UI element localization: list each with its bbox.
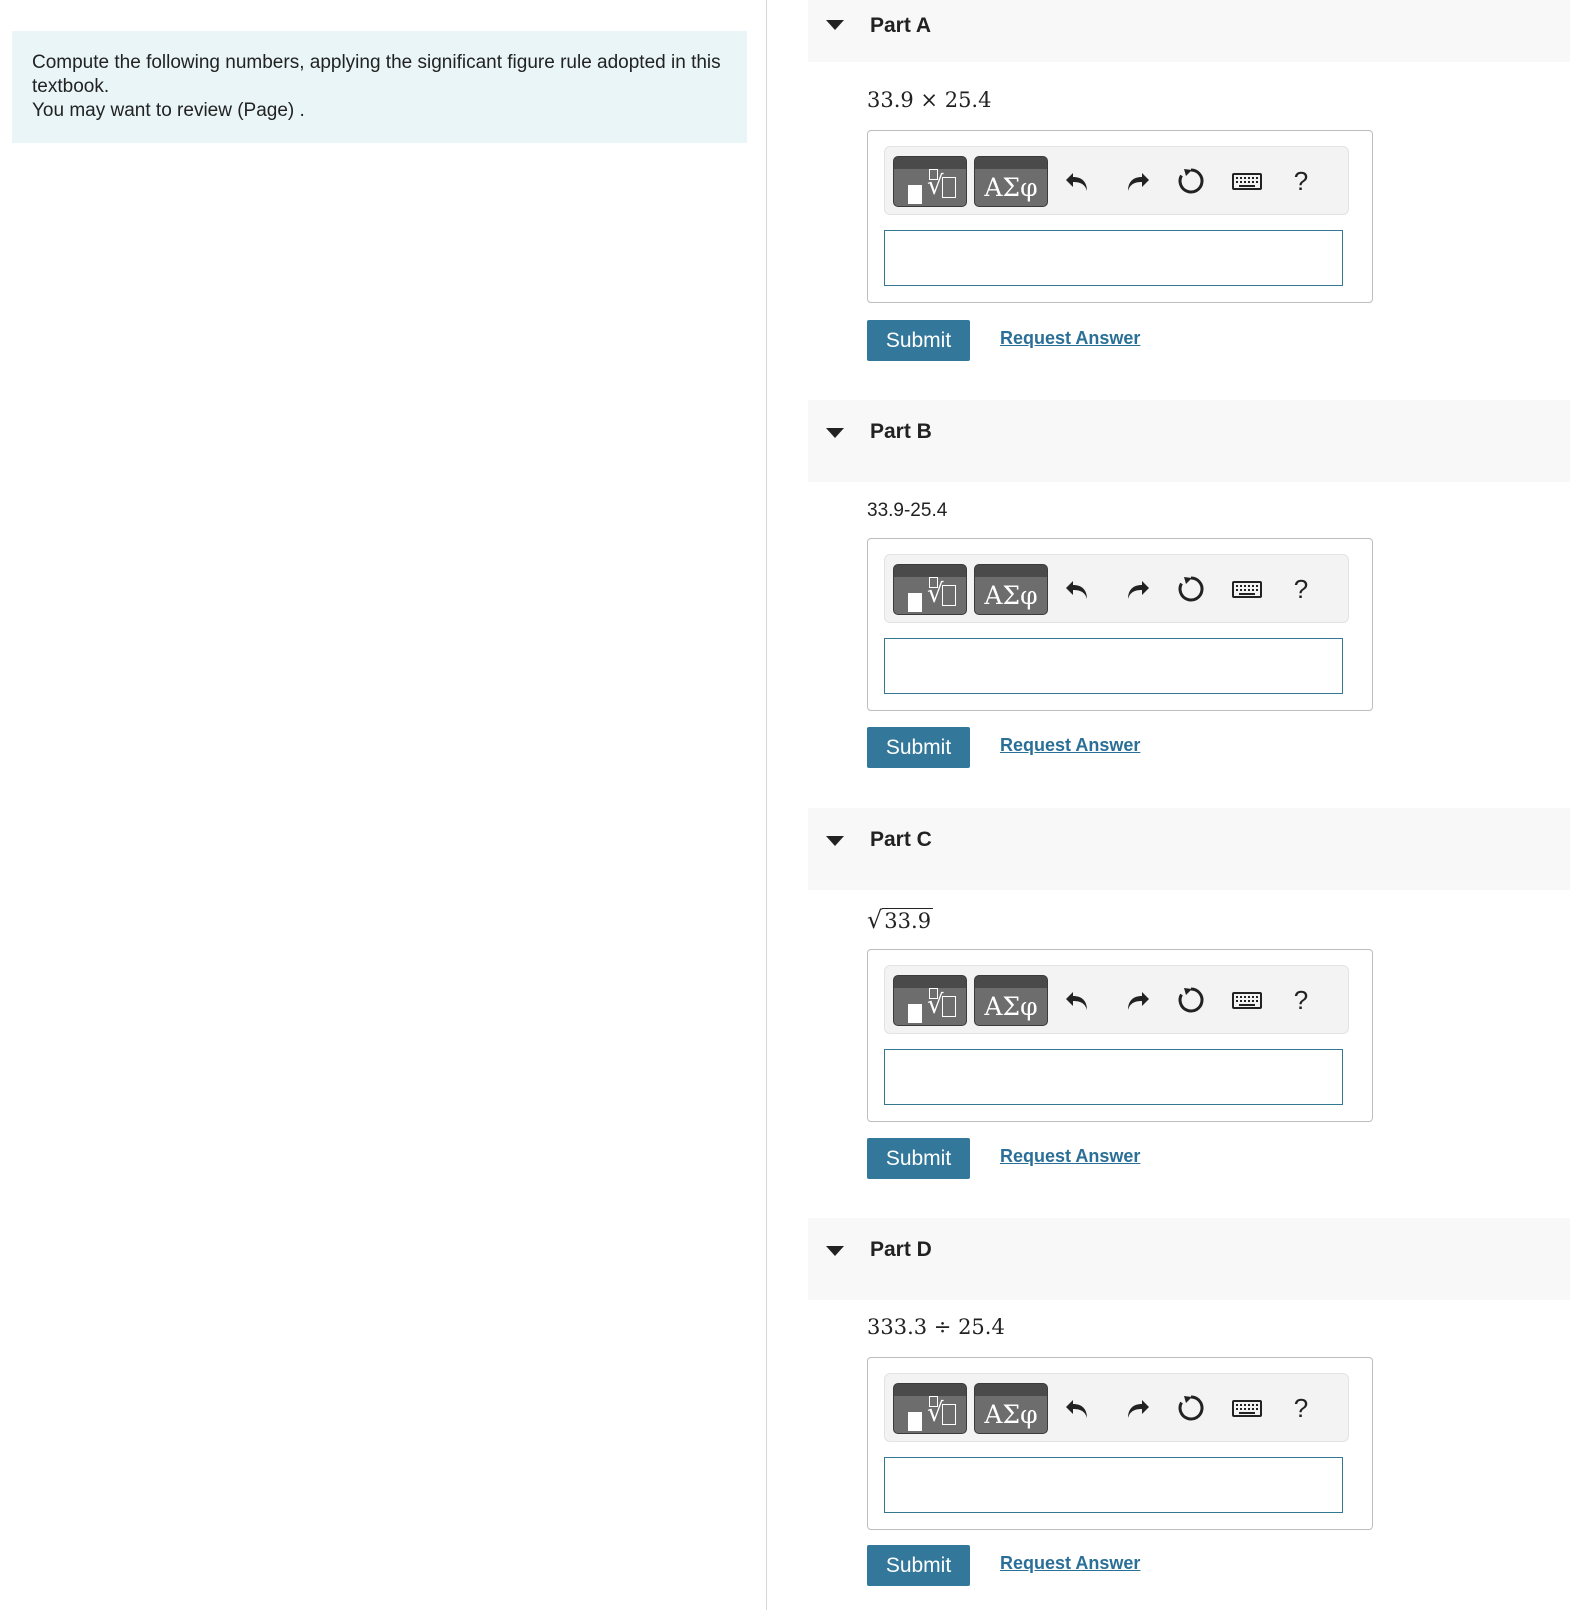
part-c: Part C √33.9 √ ΑΣφ ? Submit Request Answ… [808,808,1570,1179]
part-b-submit-button[interactable]: Submit [867,727,970,768]
symbols-button[interactable]: ΑΣφ [974,1383,1048,1434]
part-b-answer-box: √ ΑΣφ ? [867,538,1373,711]
templates-button[interactable]: √ [893,564,967,615]
caret-down-icon[interactable] [826,836,844,846]
redo-icon[interactable] [1120,984,1152,1016]
part-d-header[interactable]: Part D [808,1218,1570,1300]
caret-down-icon[interactable] [826,1246,844,1256]
part-a: Part A 33.9 × 25.4 √ ΑΣφ ? Submit Reques… [808,0,1570,361]
greek-symbols-label: ΑΣφ [984,992,1038,1021]
box-icon [908,185,922,204]
left-pane: Compute the following numbers, applying … [0,0,767,1610]
intro-box: Compute the following numbers, applying … [12,31,747,143]
part-c-request-answer-link[interactable]: Request Answer [1000,1146,1140,1167]
part-d-request-answer-link[interactable]: Request Answer [1000,1553,1140,1574]
keyboard-icon[interactable] [1231,984,1263,1016]
redo-icon[interactable] [1120,165,1152,197]
templates-button[interactable]: √ [893,975,967,1026]
page: Compute the following numbers, applying … [0,0,1570,1610]
part-b: Part B 33.9-25.4 √ ΑΣφ ? Submit Request … [808,400,1570,768]
part-c-title: Part C [870,828,932,851]
templates-button[interactable]: √ [893,156,967,207]
reset-icon[interactable] [1175,1392,1207,1424]
keyboard-icon[interactable] [1231,573,1263,605]
part-a-answer-input[interactable] [884,230,1343,286]
part-d-title: Part D [870,1238,932,1261]
square-root-symbol: √ [867,906,883,934]
radical-icon: √ [927,169,956,201]
greek-symbols-label: ΑΣφ [984,1400,1038,1429]
caret-down-icon[interactable] [826,20,844,30]
help-icon[interactable]: ? [1285,984,1317,1016]
part-a-answer-box: √ ΑΣφ ? [867,130,1373,303]
part-a-submit-button[interactable]: Submit [867,320,970,361]
part-b-title: Part B [870,420,932,443]
math-toolbar: √ ΑΣφ ? [884,1373,1349,1442]
keyboard-icon[interactable] [1231,1392,1263,1424]
part-d: Part D 333.3 ÷ 25.4 √ ΑΣφ ? Submit Reque… [808,1218,1570,1586]
help-icon[interactable]: ? [1285,1392,1317,1424]
symbols-button[interactable]: ΑΣφ [974,975,1048,1026]
undo-icon[interactable] [1063,984,1095,1016]
part-a-question: 33.9 × 25.4 [867,88,992,112]
math-toolbar: √ ΑΣφ ? [884,554,1349,623]
part-a-header[interactable]: Part A [808,0,1570,62]
part-d-submit-button[interactable]: Submit [867,1545,970,1586]
undo-icon[interactable] [1063,165,1095,197]
part-c-answer-box: √ ΑΣφ ? [867,949,1373,1122]
box-icon [908,1004,922,1023]
undo-icon[interactable] [1063,573,1095,605]
help-icon[interactable]: ? [1285,165,1317,197]
intro-review-note: You may want to review (Page) . [32,100,305,121]
part-d-question: 333.3 ÷ 25.4 [867,1315,1005,1339]
part-c-submit-button[interactable]: Submit [867,1138,970,1179]
part-c-radicand: 33.9 [882,908,934,933]
reset-icon[interactable] [1175,573,1207,605]
math-toolbar: √ ΑΣφ ? [884,965,1349,1034]
reset-icon[interactable] [1175,165,1207,197]
math-toolbar: √ ΑΣφ ? [884,146,1349,215]
box-icon [908,593,922,612]
radical-icon: √ [927,1396,956,1428]
templates-button[interactable]: √ [893,1383,967,1434]
undo-icon[interactable] [1063,1392,1095,1424]
redo-icon[interactable] [1120,1392,1152,1424]
part-a-title: Part A [870,14,932,37]
part-a-request-answer-link[interactable]: Request Answer [1000,328,1140,349]
part-b-request-answer-link[interactable]: Request Answer [1000,735,1140,756]
symbols-button[interactable]: ΑΣφ [974,564,1048,615]
part-b-header[interactable]: Part B [808,400,1570,482]
part-c-answer-input[interactable] [884,1049,1343,1105]
radical-icon: √ [927,988,956,1020]
part-b-question: 33.9-25.4 [867,500,948,521]
symbols-button[interactable]: ΑΣφ [974,156,1048,207]
box-icon [908,1412,922,1431]
keyboard-icon[interactable] [1231,165,1263,197]
part-c-question: √33.9 [867,906,934,934]
reset-icon[interactable] [1175,984,1207,1016]
redo-icon[interactable] [1120,573,1152,605]
part-d-answer-input[interactable] [884,1457,1343,1513]
help-icon[interactable]: ? [1285,573,1317,605]
greek-symbols-label: ΑΣφ [984,173,1038,202]
part-d-answer-box: √ ΑΣφ ? [867,1357,1373,1530]
greek-symbols-label: ΑΣφ [984,581,1038,610]
radical-icon: √ [927,577,956,609]
right-pane: Part A 33.9 × 25.4 √ ΑΣφ ? Submit Reques… [808,0,1570,1610]
part-b-answer-input[interactable] [884,638,1343,694]
caret-down-icon[interactable] [826,428,844,438]
part-c-header[interactable]: Part C [808,808,1570,890]
intro-instruction: Compute the following numbers, applying … [32,52,721,97]
